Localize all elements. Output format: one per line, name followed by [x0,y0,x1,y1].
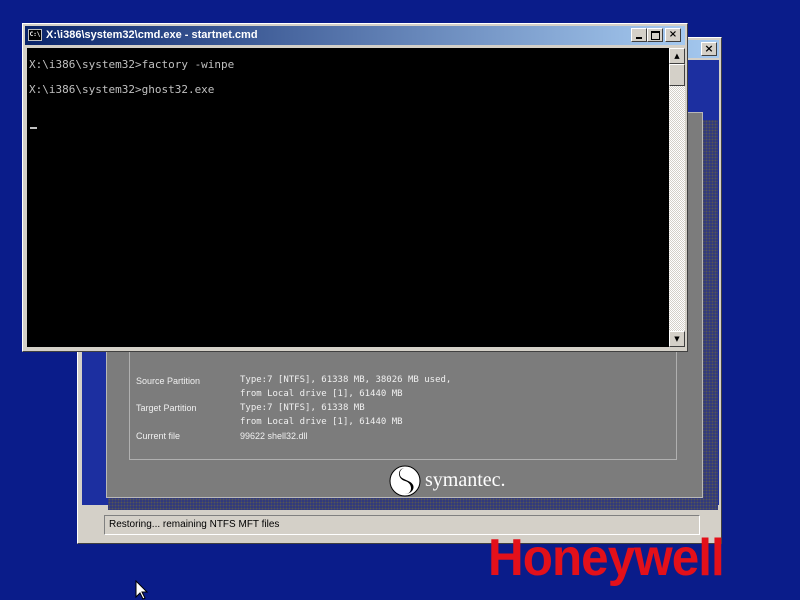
symantec-logo: symantec. [389,465,529,497]
detail-value-current-file: 99622 shell32.dll [240,431,308,441]
text-cursor [30,127,37,129]
cmd-app-icon[interactable]: C:\ [28,29,42,41]
symantec-logo-icon [389,465,421,497]
cmd-console[interactable]: X:\i386\system32>factory -winpe X:\i386\… [27,48,669,347]
ghost-close-button[interactable]: × [701,42,717,56]
cmd-window[interactable]: C:\ X:\i386\system32\cmd.exe - startnet.… [22,23,688,352]
console-line-1: X:\i386\system32>factory -winpe [29,58,235,71]
scroll-up-arrow-icon[interactable]: ▲ [669,48,685,64]
close-button[interactable]: × [665,28,681,42]
symantec-wordmark: symantec. [425,469,506,491]
scrollbar-thumb[interactable] [669,64,685,86]
cmd-window-title: X:\i386\system32\cmd.exe - startnet.cmd [46,29,258,41]
detail-value-target: Type:7 [NTFS], 61338 MB [240,403,365,413]
scroll-down-arrow-icon[interactable]: ▼ [669,331,685,347]
mouse-pointer-icon [135,580,149,600]
detail-value-source-drive: from Local drive [1], 61440 MB [240,389,403,399]
cmd-vertical-scrollbar[interactable]: ▲ ▼ [669,48,685,347]
console-line-2: X:\i386\system32>ghost32.exe [29,83,215,96]
detail-label-target: Target Partition [136,403,197,413]
minimize-button[interactable] [631,28,647,42]
cmd-titlebar[interactable]: C:\ X:\i386\system32\cmd.exe - startnet.… [25,26,685,45]
honeywell-logo: Honeywell [488,529,725,587]
maximize-button[interactable] [647,28,663,42]
detail-label-current-file: Current file [136,431,181,441]
detail-value-target-drive: from Local drive [1], 61440 MB [240,417,403,427]
detail-value-source: Type:7 [NTFS], 61338 MB, 38026 MB used, [240,375,452,385]
detail-label-source: Source Partition [136,376,201,386]
